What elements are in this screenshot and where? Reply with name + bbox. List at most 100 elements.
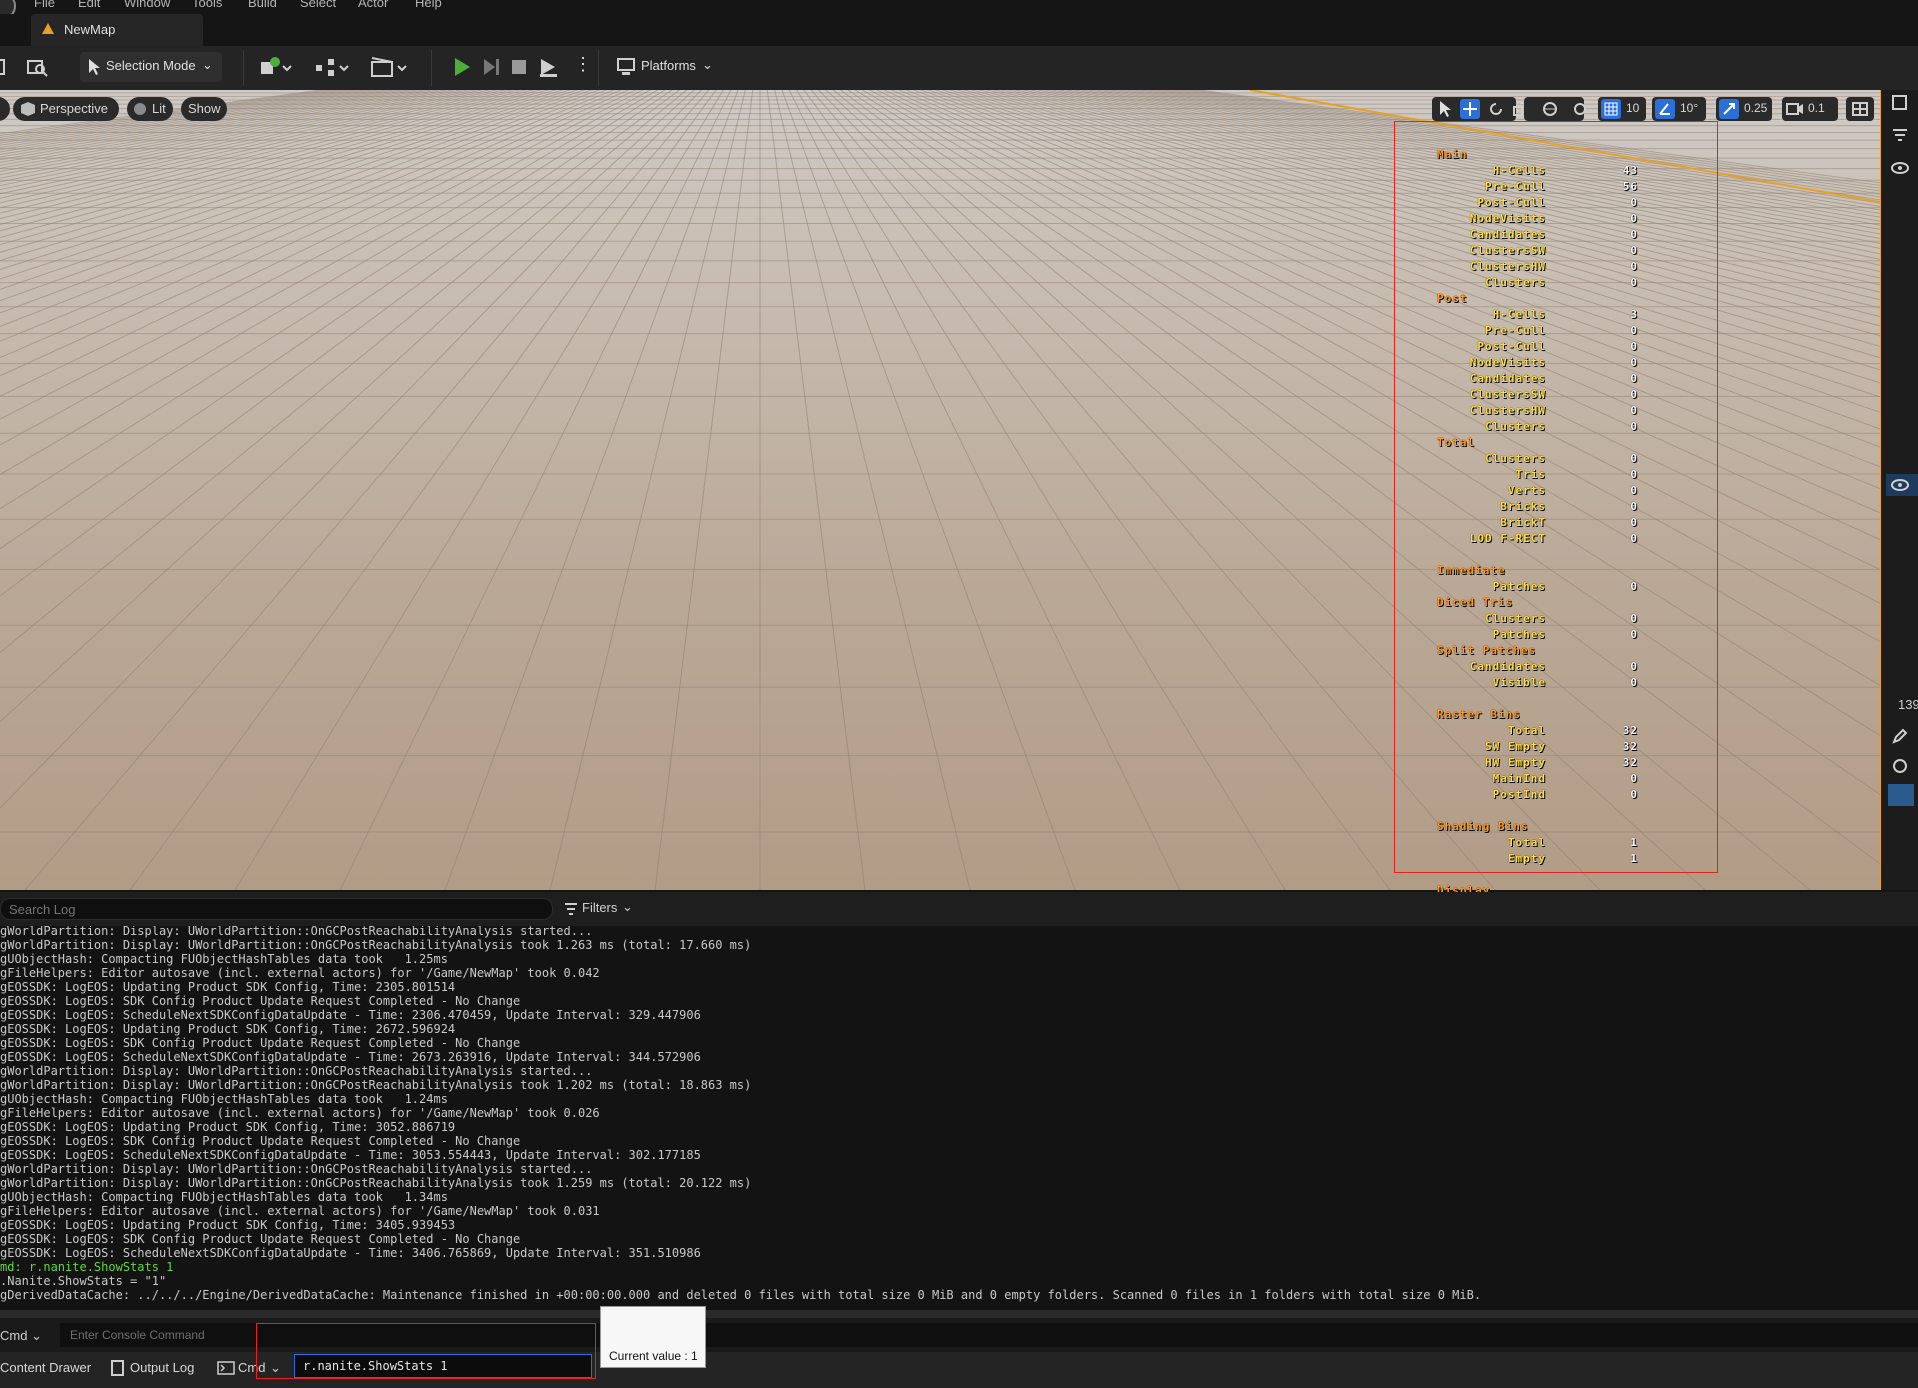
floor-grid-line [0, 90, 557, 253]
stat-value: 0 [1630, 228, 1638, 241]
output-log-button[interactable]: Output Log [130, 1360, 194, 1375]
stat-value: 43 [1622, 164, 1638, 177]
menu-actor[interactable]: Actor [358, 0, 388, 10]
rotate-icon[interactable] [1488, 101, 1504, 117]
floor-grid-line [0, 90, 339, 138]
rotation-snap-value[interactable]: 10° [1680, 101, 1698, 115]
menu-edit[interactable]: Edit [78, 0, 100, 10]
floor-grid-line [0, 90, 514, 214]
stat-label: ClustersHW [1469, 260, 1546, 273]
log-line: gEOSSDK: LogEOS: SDK Config Product Upda… [0, 994, 521, 1008]
floor-grid-line [0, 90, 470, 187]
blueprint-icon[interactable] [314, 56, 350, 78]
log-line: gFileHelpers: Editor autosave (incl. ext… [0, 1204, 600, 1218]
menu-file[interactable]: File [34, 0, 55, 10]
scale-snap-value[interactable]: 0.25 [1744, 101, 1767, 115]
stat-label: Bricks [1500, 500, 1546, 513]
floor-grid-line [0, 90, 521, 220]
floor-grid-line [0, 90, 485, 195]
menu-build[interactable]: Build [248, 0, 277, 10]
menu-tools[interactable]: Tools [192, 0, 222, 10]
globe-icon[interactable] [1542, 101, 1558, 117]
stat-value: 0 [1630, 372, 1638, 385]
stat-value: 0 [1630, 580, 1638, 593]
grid-snap-value[interactable]: 10 [1626, 101, 1639, 115]
cmd-input[interactable]: r.nanite.ShowStats 1 [294, 1354, 592, 1378]
show-label: Show [188, 101, 221, 116]
log-line: gEOSSDK: LogEOS: SDK Config Product Upda… [0, 1232, 521, 1246]
content-drawer-button[interactable]: Content Drawer [0, 1360, 91, 1375]
log-line: gUObjectHash: Compacting FUObjectHashTab… [0, 1190, 448, 1204]
content-browser-icon[interactable] [26, 57, 48, 77]
floor-grid-line [0, 90, 586, 290]
floor-grid-line [796, 90, 1286, 890]
filters-button[interactable]: Filters [582, 900, 617, 915]
scale-snap-icon [1723, 103, 1735, 115]
surface-snap-icon[interactable] [1572, 101, 1588, 117]
search-log-input[interactable] [0, 898, 553, 920]
add-actor-icon[interactable] [259, 56, 293, 78]
log-line: gEOSSDK: LogEOS: Updating Product SDK Co… [0, 1120, 456, 1134]
menu-help[interactable]: Help [415, 0, 442, 10]
panel-icon[interactable] [1892, 94, 1908, 112]
eject-icon[interactable] [538, 56, 560, 78]
floor-grid-line [0, 90, 405, 158]
console-selector[interactable]: Cmd ⌄ [0, 1328, 42, 1344]
log-line: gDerivedDataCache: ../../../Engine/Deriv… [0, 1288, 1482, 1302]
floor-grid-line [0, 90, 390, 153]
stat-label: Clusters [1485, 452, 1546, 465]
stat-value: 0 [1630, 356, 1638, 369]
stat-value: 0 [1630, 788, 1638, 801]
floor-grid-line [803, 90, 1391, 890]
stat-label: Total [1507, 724, 1546, 737]
log-line: gWorldPartition: Display: UWorldPartitio… [0, 1078, 752, 1092]
selected-component[interactable] [1888, 784, 1914, 806]
stop-icon[interactable] [510, 57, 528, 77]
stat-value: 1 [1630, 836, 1638, 849]
log-line: gUObjectHash: Compacting FUObjectHashTab… [0, 952, 448, 966]
stat-label: Candidates [1469, 372, 1546, 385]
floor-grid-line [234, 90, 724, 890]
chevron-down-icon: ⌄ [702, 57, 713, 72]
camera-speed-value[interactable]: 0.1 [1808, 101, 1825, 115]
select-arrow-icon[interactable] [1437, 100, 1455, 118]
camera-icon[interactable] [1786, 102, 1804, 116]
stat-value: 0 [1630, 516, 1638, 529]
floor-grid-line [0, 90, 535, 232]
play-icon[interactable] [452, 56, 472, 78]
save-icon[interactable] [0, 58, 6, 76]
pencil-icon[interactable] [1892, 728, 1908, 744]
log-line: gEOSSDK: LogEOS: ScheduleNextSDKConfigDa… [0, 1050, 701, 1064]
stat-value: 0 [1630, 420, 1638, 433]
menu-window[interactable]: Window [124, 0, 170, 10]
platforms-icon [617, 58, 635, 75]
eye-icon[interactable] [1890, 160, 1910, 176]
stat-value: 0 [1630, 532, 1638, 545]
floor-grid-line [0, 90, 434, 169]
floor-grid-line [0, 90, 325, 135]
output-log-body[interactable]: gWorldPartition: Display: UWorldPartitio… [0, 926, 1918, 1314]
filter-icon[interactable] [1892, 128, 1908, 144]
toolbar-divider [431, 50, 432, 86]
stat-label: Tris [1515, 468, 1546, 481]
log-line: gFileHelpers: Editor autosave (incl. ext… [0, 1106, 600, 1120]
log-horizontal-scrollbar[interactable] [0, 1310, 1918, 1318]
tab-newmap[interactable] [31, 14, 203, 46]
play-options-icon[interactable]: ⋮ [574, 54, 592, 75]
floor-grid-line [766, 90, 866, 890]
stat-value: 0 [1630, 388, 1638, 401]
terminal-icon [217, 1361, 235, 1375]
stat-section-header: Immediate [1437, 564, 1506, 577]
platforms-button[interactable]: Platforms [641, 58, 696, 73]
stat-label: HW Empty [1485, 756, 1546, 769]
component-icon[interactable] [1892, 758, 1908, 774]
stat-label: NodeVisits [1469, 356, 1546, 369]
stat-label: Patches [1492, 628, 1546, 641]
floor-grid-line [781, 90, 1076, 890]
cinematics-icon[interactable] [370, 56, 408, 78]
stat-label: Post-Cull [1477, 196, 1546, 209]
menu-select[interactable]: Select [300, 0, 336, 10]
step-icon[interactable] [480, 56, 500, 78]
level-icon [42, 23, 54, 34]
stat-section-header: Total [1437, 436, 1476, 449]
